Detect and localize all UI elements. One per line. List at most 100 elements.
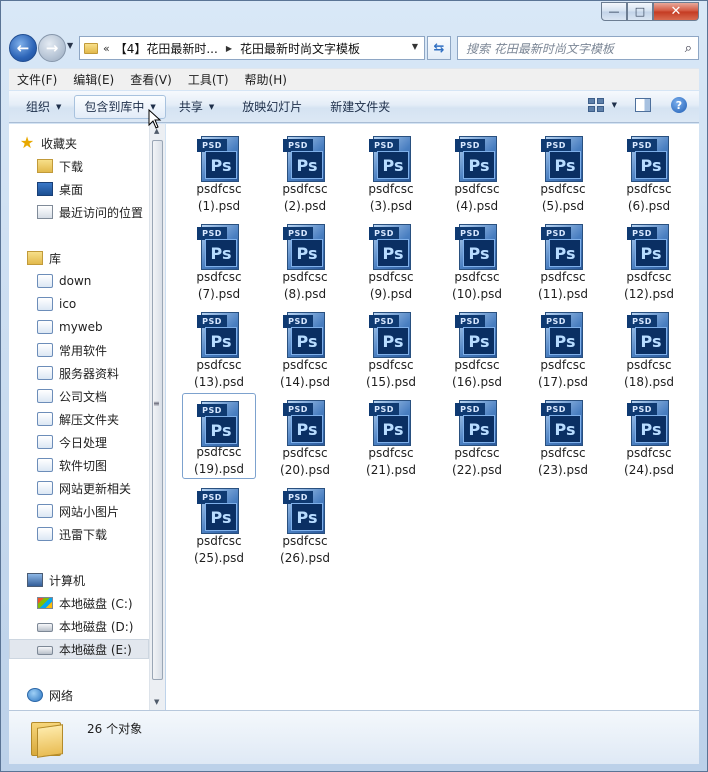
nav-network[interactable]: 网络 xyxy=(27,685,149,705)
nav-item-drive-d[interactable]: 本地磁盘 (D:) xyxy=(37,616,149,636)
menu-edit[interactable]: 编辑(E) xyxy=(65,71,122,88)
preview-pane-icon[interactable] xyxy=(635,98,651,112)
nav-libraries[interactable]: 库 xyxy=(27,248,149,268)
file-item[interactable]: PSD Ps psdfcsc (9).psd xyxy=(354,217,428,303)
ps-glyph: Ps xyxy=(205,503,237,531)
nav-item-desktop[interactable]: 桌面 xyxy=(37,179,149,199)
file-item[interactable]: PSD Ps psdfcsc (1).psd xyxy=(182,129,256,215)
nav-item-library[interactable]: 迅雷下载 xyxy=(37,524,149,544)
nav-item-recent-places[interactable]: 最近访问的位置 xyxy=(37,202,149,222)
file-item[interactable]: PSD Ps psdfcsc (12).psd xyxy=(612,217,686,303)
file-item[interactable]: PSD Ps psdfcsc (18).psd xyxy=(612,305,686,391)
nav-item-library[interactable]: 软件切图 xyxy=(37,455,149,475)
file-item[interactable]: PSD Ps psdfcsc (3).psd xyxy=(354,129,428,215)
nav-item-library[interactable]: down xyxy=(37,271,149,291)
navigation-scrollbar[interactable]: ▲ ≡ ▼ xyxy=(149,124,165,710)
new-folder-button[interactable]: 新建文件夹 xyxy=(321,95,399,119)
scrollbar-thumb[interactable] xyxy=(152,140,163,680)
nav-favorites[interactable]: ★ 收藏夹 xyxy=(19,133,149,153)
file-item[interactable]: PSD Ps psdfcsc (20).psd xyxy=(268,393,342,479)
help-icon[interactable]: ? xyxy=(671,97,687,113)
file-name-base: psdfcsc xyxy=(282,446,328,460)
nav-item-library[interactable]: ico xyxy=(37,294,149,314)
nav-item-library[interactable]: 常用软件 xyxy=(37,340,149,360)
maximize-button[interactable]: □ xyxy=(627,2,653,21)
nav-item-library[interactable]: 服务器资料 xyxy=(37,363,149,383)
breadcrumb-arrow-icon[interactable]: ▶ xyxy=(226,44,232,53)
menu-file[interactable]: 文件(F) xyxy=(9,71,65,88)
file-name-suffix: (26).psd xyxy=(280,551,330,565)
search-input[interactable]: 搜索 花田最新时尚文字模板 ⌕ xyxy=(457,36,699,60)
file-item[interactable]: PSD Ps psdfcsc (21).psd xyxy=(354,393,428,479)
view-options-chevron-icon[interactable]: ▼ xyxy=(612,101,617,109)
recent-pages-dropdown[interactable]: ▼ xyxy=(67,41,73,50)
file-item[interactable]: PSD Ps psdfcsc (15).psd xyxy=(354,305,428,391)
nav-item-downloads[interactable]: 下载 xyxy=(37,156,149,176)
nav-item-library[interactable]: 解压文件夹 xyxy=(37,409,149,429)
ps-glyph: Ps xyxy=(463,327,495,355)
file-name-suffix: (18).psd xyxy=(624,375,674,389)
file-item[interactable]: PSD Ps psdfcsc (8).psd xyxy=(268,217,342,303)
organize-button[interactable]: 组织 ▼ xyxy=(17,95,70,119)
address-bar[interactable]: « 【4】花田最新时... ▶ 花田最新时尚文字模板 ▼ xyxy=(79,36,425,60)
change-view-icon[interactable] xyxy=(587,98,604,112)
close-button[interactable]: ✕ xyxy=(653,2,699,21)
file-item[interactable]: PSD Ps psdfcsc (24).psd xyxy=(612,393,686,479)
file-item[interactable]: PSD Ps psdfcsc (19).psd xyxy=(182,393,256,479)
menu-help[interactable]: 帮助(H) xyxy=(237,71,295,88)
nav-item-library[interactable]: 公司文档 xyxy=(37,386,149,406)
nav-item-drive-e[interactable]: 本地磁盘 (E:) xyxy=(9,639,149,659)
ps-glyph: Ps xyxy=(291,151,323,179)
file-item[interactable]: PSD Ps psdfcsc (14).psd xyxy=(268,305,342,391)
nav-item-library[interactable]: myweb xyxy=(37,317,149,337)
forward-button[interactable]: → xyxy=(38,34,66,62)
recent-places-icon xyxy=(37,205,53,219)
file-name-suffix: (1).psd xyxy=(197,199,241,213)
file-item[interactable]: PSD Ps psdfcsc (13).psd xyxy=(182,305,256,391)
nav-item-library[interactable]: 今日处理 xyxy=(37,432,149,452)
file-item[interactable]: PSD Ps psdfcsc (16).psd xyxy=(440,305,514,391)
share-button[interactable]: 共享 ▼ xyxy=(170,95,223,119)
nav-item-label: ico xyxy=(59,297,77,311)
file-item[interactable]: PSD Ps psdfcsc (23).psd xyxy=(526,393,600,479)
psd-file-icon: PSD Ps xyxy=(455,400,499,446)
file-item[interactable]: PSD Ps psdfcsc (5).psd xyxy=(526,129,600,215)
file-name: psdfcsc (8).psd xyxy=(268,269,342,303)
file-item[interactable]: PSD Ps psdfcsc (22).psd xyxy=(440,393,514,479)
nav-computer[interactable]: 计算机 xyxy=(27,570,149,590)
menu-tools[interactable]: 工具(T) xyxy=(180,71,237,88)
search-icon[interactable]: ⌕ xyxy=(685,41,692,56)
menu-view[interactable]: 查看(V) xyxy=(122,71,180,88)
file-name-base: psdfcsc xyxy=(282,534,328,548)
file-item[interactable]: PSD Ps psdfcsc (4).psd xyxy=(440,129,514,215)
file-item[interactable]: PSD Ps psdfcsc (6).psd xyxy=(612,129,686,215)
minimize-button[interactable]: — xyxy=(601,2,627,21)
file-item[interactable]: PSD Ps psdfcsc (2).psd xyxy=(268,129,342,215)
file-item[interactable]: PSD Ps psdfcsc (10).psd xyxy=(440,217,514,303)
file-name-base: psdfcsc xyxy=(540,182,586,196)
back-button[interactable]: ← xyxy=(9,34,37,62)
refresh-button[interactable]: ⇆ xyxy=(427,36,451,60)
file-name-suffix: (7).psd xyxy=(197,287,241,301)
breadcrumb-overflow[interactable]: « xyxy=(103,42,110,55)
scroll-down-icon[interactable]: ▼ xyxy=(154,698,159,706)
breadcrumb-item[interactable]: 【4】花田最新时... xyxy=(115,40,218,57)
file-name-suffix: (25).psd xyxy=(194,551,244,565)
file-item[interactable]: PSD Ps psdfcsc (26).psd xyxy=(268,481,342,567)
file-item[interactable]: PSD Ps psdfcsc (7).psd xyxy=(182,217,256,303)
nav-item-library[interactable]: 网站小图片 xyxy=(37,501,149,521)
file-name: psdfcsc (22).psd xyxy=(440,445,514,479)
psd-file-icon: PSD Ps xyxy=(455,224,499,270)
nav-item-drive-c[interactable]: 本地磁盘 (C:) xyxy=(37,593,149,613)
ps-glyph: Ps xyxy=(377,327,409,355)
file-name-suffix: (10).psd xyxy=(452,287,502,301)
address-dropdown-icon[interactable]: ▼ xyxy=(412,42,418,51)
file-item[interactable]: PSD Ps psdfcsc (17).psd xyxy=(526,305,600,391)
file-item[interactable]: PSD Ps psdfcsc (25).psd xyxy=(182,481,256,567)
desktop-icon xyxy=(37,182,53,196)
slideshow-button[interactable]: 放映幻灯片 xyxy=(233,95,311,119)
breadcrumb-item-current[interactable]: 花田最新时尚文字模板 xyxy=(240,40,360,57)
file-item[interactable]: PSD Ps psdfcsc (11).psd xyxy=(526,217,600,303)
nav-item-library[interactable]: 网站更新相关 xyxy=(37,478,149,498)
file-name-base: psdfcsc xyxy=(540,270,586,284)
